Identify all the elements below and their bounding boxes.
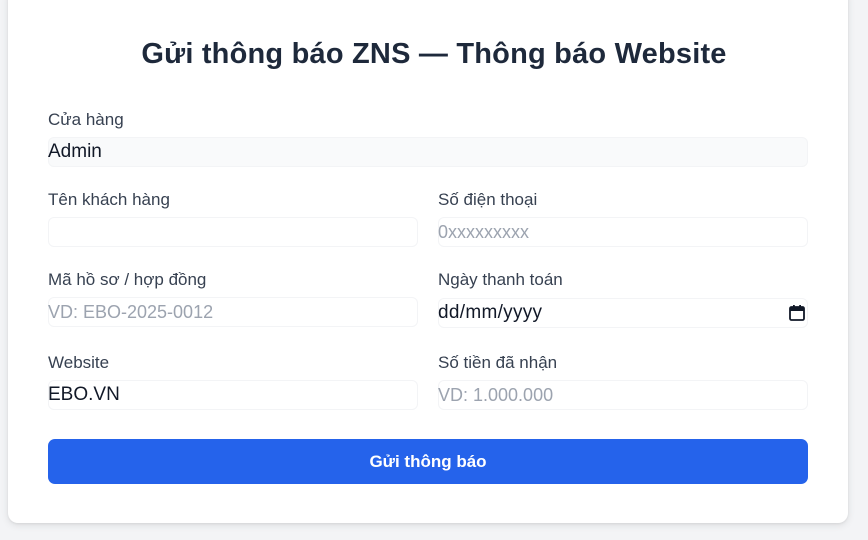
website-value: EBO.VN [48,384,120,405]
store-field[interactable]: Admin [48,137,808,167]
phone-placeholder: 0xxxxxxxxx [438,221,530,242]
page-title: Gửi thông báo ZNS — Thông báo Website [141,38,727,70]
amount-label: Số tiền đã nhận [438,353,558,372]
amount-placeholder: VD: 1.000.000 [438,384,554,405]
customer-name-input[interactable] [48,217,418,247]
store-label: Cửa hàng [48,110,124,129]
store-value: Admin [48,141,102,162]
contract-code-input[interactable]: VD: EBO-2025-0012 [48,297,418,327]
website-input[interactable]: EBO.VN [48,380,418,410]
payment-date-value: dd/mm/yyyy [438,302,543,323]
customer-name-label: Tên khách hàng [48,190,170,209]
payment-date-input[interactable]: dd/mm/yyyy [438,298,808,328]
submit-button[interactable]: Gửi thông báo [48,439,808,484]
payment-date-label: Ngày thanh toán [438,270,563,289]
phone-label: Số điện thoại [438,190,538,209]
calendar-icon[interactable] [788,304,806,322]
website-label: Website [48,353,110,372]
phone-input[interactable]: 0xxxxxxxxx [438,217,808,247]
contract-code-label: Mã hồ sơ / hợp đồng [48,270,207,289]
contract-code-placeholder: VD: EBO-2025-0012 [48,301,214,322]
amount-input[interactable]: VD: 1.000.000 [438,380,808,410]
